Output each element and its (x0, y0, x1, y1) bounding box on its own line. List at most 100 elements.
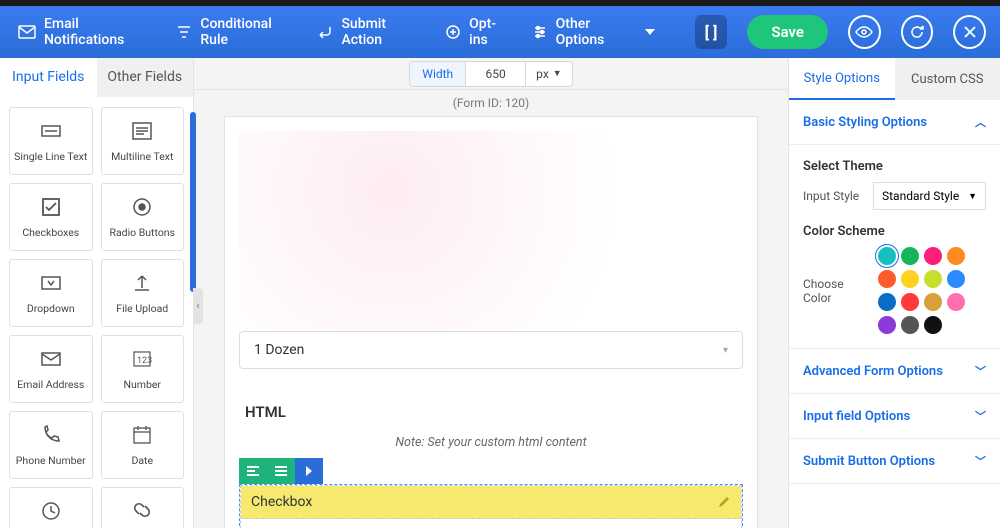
chevron-down-icon: ﹀ (975, 363, 986, 379)
color-swatch[interactable] (924, 293, 942, 311)
color-swatch[interactable] (947, 293, 965, 311)
clock-icon (38, 498, 64, 524)
dozen-dropdown[interactable]: 1 Dozen ▾ (239, 331, 743, 369)
color-swatch[interactable] (901, 293, 919, 311)
select-theme-title: Select Theme (803, 159, 986, 174)
tile-email-address[interactable]: Email Address (9, 335, 93, 403)
align-left-icon (246, 465, 260, 477)
color-swatch[interactable] (878, 270, 896, 288)
number-icon: 123 (129, 346, 155, 372)
left-panel: Input Fields Other Fields Single Line Te… (0, 58, 194, 528)
refresh-icon (909, 24, 925, 40)
checkbox-field-label-text: Checkbox (251, 494, 312, 510)
multiline-icon (129, 118, 155, 144)
eye-icon (855, 26, 873, 38)
tile-phone-number[interactable]: Phone Number (9, 411, 93, 479)
tile-multiline-text[interactable]: Multiline Text (101, 107, 185, 175)
svg-text:123: 123 (137, 356, 152, 366)
next-button[interactable] (295, 458, 323, 484)
submit-action-label: Submit Action (341, 16, 425, 48)
checkbox-field-label-row[interactable]: Checkbox (241, 486, 741, 519)
sliders-icon (532, 24, 548, 40)
main-toolbar: Email Notifications Conditional Rule Sub… (0, 6, 1000, 58)
tile-radio-buttons[interactable]: Radio Buttons (101, 183, 185, 251)
chevron-down-icon (645, 29, 655, 35)
tab-custom-css[interactable]: Custom CSS (895, 58, 1000, 100)
width-unit-select[interactable]: px ▼ (526, 61, 573, 87)
accordion-advanced-form[interactable]: Advanced Form Options ﹀ (789, 349, 1000, 394)
color-swatch[interactable] (901, 316, 919, 334)
chevron-down-icon: ▾ (723, 345, 728, 356)
accordion-submit-button[interactable]: Submit Button Options ﹀ (789, 439, 1000, 484)
phone-icon (38, 422, 64, 448)
collapse-left-panel[interactable]: ‹ (193, 288, 203, 324)
input-style-label: Input Style (803, 189, 863, 203)
chevron-down-icon: ﹀ (975, 408, 986, 424)
tile-file-upload[interactable]: File Upload (101, 259, 185, 327)
color-swatch[interactable] (947, 247, 965, 265)
accordion-input-field[interactable]: Input field Options ﹀ (789, 394, 1000, 439)
conditional-rule-menu[interactable]: Conditional Rule (176, 16, 297, 48)
dropdown-icon (38, 270, 64, 296)
accordion-basic-styling[interactable]: Basic Styling Options ︿ (789, 100, 1000, 145)
color-swatch[interactable] (878, 316, 896, 334)
align-justify-icon (274, 465, 288, 477)
dozen-dropdown-value: 1 Dozen (254, 342, 304, 358)
email-icon (38, 346, 64, 372)
width-label: Width (409, 61, 466, 87)
align-justify-button[interactable] (267, 458, 295, 484)
width-control: Width 650 px ▼ (194, 58, 788, 90)
single-line-icon (38, 118, 64, 144)
color-swatch[interactable] (878, 293, 896, 311)
chevron-right-icon (304, 465, 314, 477)
tile-dropdown[interactable]: Dropdown (9, 259, 93, 327)
optins-menu[interactable]: Opt-ins (445, 16, 512, 48)
color-swatch[interactable] (901, 247, 919, 265)
checkbox-field-block[interactable]: Checkbox Checkbox 1 Checkbox 2 (239, 484, 743, 528)
color-swatches (878, 247, 986, 334)
tile-checkboxes[interactable]: Checkboxes (9, 183, 93, 251)
fullscreen-button[interactable]: [ ] (695, 15, 728, 49)
color-swatch[interactable] (924, 247, 942, 265)
html-note: Note: Set your custom html content (239, 435, 743, 450)
tab-input-fields[interactable]: Input Fields (0, 58, 97, 97)
canvas-background (239, 131, 743, 331)
preview-button[interactable] (848, 15, 881, 49)
return-icon (317, 24, 333, 40)
align-left-button[interactable] (239, 458, 267, 484)
tile-single-line-text[interactable]: Single Line Text (9, 107, 93, 175)
tab-other-fields[interactable]: Other Fields (97, 58, 194, 97)
close-icon (963, 25, 977, 39)
email-notifications-label: Email Notifications (44, 16, 156, 48)
close-button[interactable] (953, 15, 986, 49)
filter-icon (176, 24, 192, 40)
other-options-label: Other Options (556, 16, 637, 48)
pencil-icon[interactable] (717, 495, 731, 509)
tile-website-url[interactable]: Website/URL (101, 487, 185, 528)
optins-label: Opt-ins (469, 16, 512, 48)
chevron-down-icon: ﹀ (975, 453, 986, 469)
tile-number[interactable]: 123 Number (101, 335, 185, 403)
color-swatch[interactable] (878, 247, 896, 265)
input-style-select[interactable]: Standard Style ▼ (873, 182, 986, 210)
color-swatch[interactable] (924, 316, 942, 334)
tab-style-options[interactable]: Style Options (789, 58, 895, 100)
color-swatch[interactable] (924, 270, 942, 288)
color-swatch[interactable] (947, 270, 965, 288)
refresh-button[interactable] (901, 15, 934, 49)
tile-time[interactable]: Time (9, 487, 93, 528)
radio-icon (129, 194, 155, 220)
tile-date[interactable]: Date (101, 411, 185, 479)
checkbox-icon (38, 194, 64, 220)
chevron-up-icon: ︿ (975, 114, 986, 130)
choose-color-label: Choose Color (803, 277, 868, 305)
save-button[interactable]: Save (747, 15, 828, 49)
width-value-input[interactable]: 650 (466, 61, 526, 87)
other-options-menu[interactable]: Other Options (532, 16, 655, 48)
field-tiles-grid: Single Line Text Multiline Text Checkbox… (0, 97, 193, 528)
color-swatch[interactable] (901, 270, 919, 288)
chevron-down-icon: ▼ (968, 191, 977, 202)
submit-action-menu[interactable]: Submit Action (317, 16, 425, 48)
conditional-rule-label: Conditional Rule (200, 16, 297, 48)
email-notifications-menu[interactable]: Email Notifications (18, 16, 156, 48)
